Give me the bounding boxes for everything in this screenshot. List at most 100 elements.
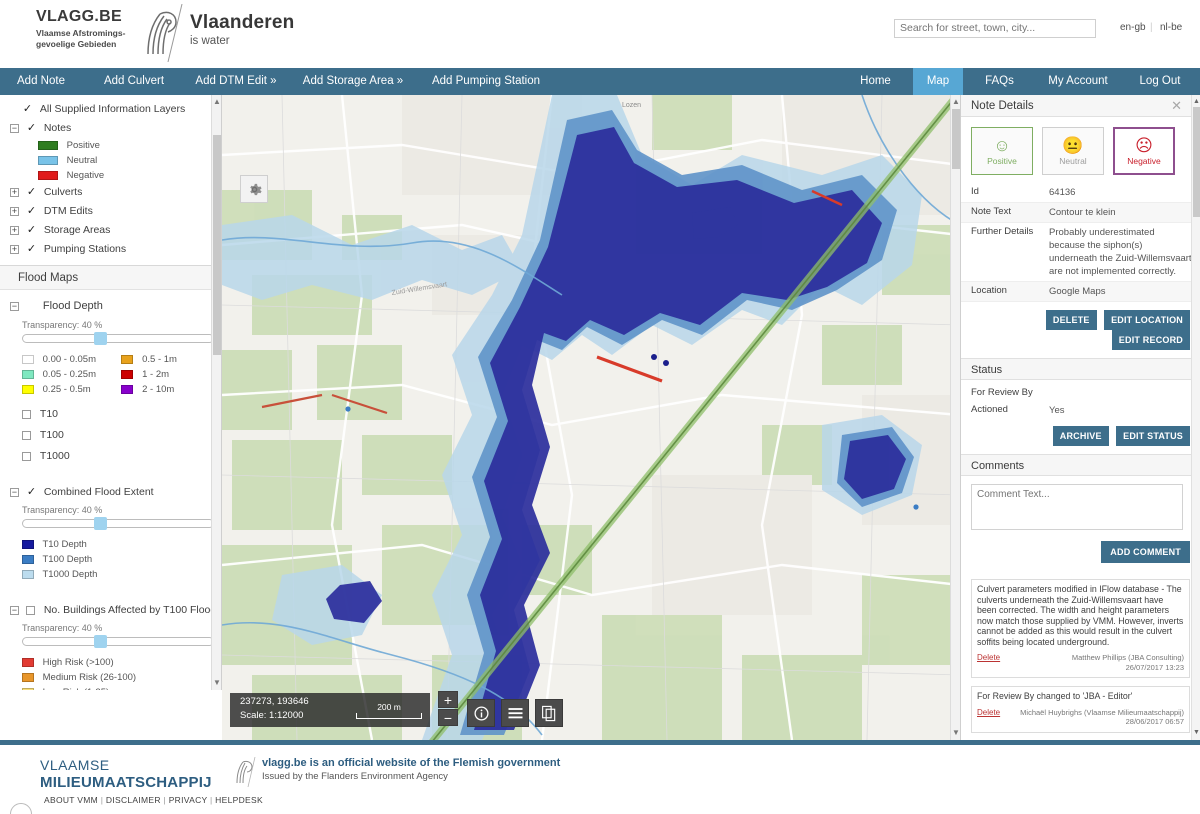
mood-negative-button[interactable]: ☹ Negative	[1113, 127, 1175, 175]
checkbox-checked-icon[interactable]: ✓	[26, 202, 37, 221]
buildings-transparency-slider[interactable]	[22, 635, 214, 648]
footer-link-disclaimer[interactable]: DISCLAIMER	[106, 795, 161, 805]
footer-badge-icon	[10, 803, 32, 814]
expand-icon[interactable]: +	[10, 245, 19, 255]
layer-t10[interactable]: T10	[0, 405, 221, 424]
language-link-nl[interactable]: nl-be	[1160, 22, 1182, 33]
zoom-in-button[interactable]: +	[438, 691, 458, 708]
checkbox-checked-icon[interactable]: ✓	[26, 221, 37, 240]
nav-add-storage-area[interactable]: Add Storage Area »	[292, 68, 414, 95]
layer-combined-flood-extent[interactable]: − ✓ Combined Flood Extent	[0, 482, 221, 502]
expand-icon[interactable]: +	[10, 226, 19, 236]
note-panel-scroll-thumb[interactable]	[1193, 107, 1200, 217]
mood-positive-button[interactable]: ☺ Positive	[971, 127, 1033, 175]
legend-item: Medium Risk (26-100)	[0, 670, 221, 685]
layer-all-supplied[interactable]: ✓ All Supplied Information Layers	[0, 100, 221, 119]
layer-pumping-stations[interactable]: + ✓ Pumping Stations	[0, 240, 221, 259]
checkbox-checked-icon[interactable]: ✓	[26, 119, 37, 138]
collapse-icon[interactable]: −	[10, 487, 19, 497]
collapse-icon[interactable]: −	[10, 124, 19, 134]
search-input[interactable]	[894, 18, 1096, 38]
footer-link-about-vmm[interactable]: ABOUT VMM	[44, 795, 98, 805]
layer-t100[interactable]: T100	[0, 426, 221, 445]
footer-link-privacy[interactable]: PRIVACY	[169, 795, 208, 805]
nav-my-account[interactable]: My Account	[1036, 68, 1120, 95]
nav-map[interactable]: Map	[913, 68, 963, 95]
legend-item: T10 Depth	[0, 537, 221, 552]
language-link-en[interactable]: en-gb	[1120, 22, 1146, 33]
layer-t1000[interactable]: T1000	[0, 447, 221, 466]
layer-dtm-edits[interactable]: + ✓ DTM Edits	[0, 202, 221, 221]
nav-add-note[interactable]: Add Note	[0, 68, 82, 95]
checkbox-unchecked-icon[interactable]	[25, 605, 35, 615]
flood-depth-transparency-slider[interactable]	[22, 332, 214, 345]
map-layers-button[interactable]	[535, 699, 563, 727]
sidebar-scroll-thumb[interactable]	[213, 135, 221, 355]
delete-button[interactable]: DELETE	[1045, 310, 1097, 330]
map-canvas[interactable]: Lozen Zuid-Willemsvaart 237273, 193646 S…	[222, 95, 960, 740]
field-location-value[interactable]: Google Maps	[1049, 285, 1200, 298]
section-flood-maps[interactable]: Flood Maps	[0, 265, 221, 290]
map-scroll-thumb[interactable]	[952, 109, 960, 169]
scroll-down-icon[interactable]: ▼	[1192, 728, 1200, 738]
map-scale: Scale: 1:12000	[240, 710, 304, 721]
nav-log-out[interactable]: Log Out	[1120, 68, 1200, 95]
layer-storage-areas[interactable]: + ✓ Storage Areas	[0, 221, 221, 240]
collapse-icon[interactable]: −	[10, 301, 19, 311]
map-settings-button[interactable]	[240, 175, 268, 203]
checkbox-checked-icon[interactable]: ✓	[22, 100, 33, 119]
archive-button[interactable]: ARCHIVE	[1052, 426, 1109, 446]
mood-neutral-button[interactable]: 😐 Neutral	[1042, 127, 1104, 175]
scroll-down-icon[interactable]: ▼	[952, 728, 960, 738]
slider-knob[interactable]	[94, 635, 107, 648]
footer-link-helpdesk[interactable]: HELPDESK	[215, 795, 263, 805]
nav-add-culvert[interactable]: Add Culvert	[88, 68, 180, 95]
scroll-up-icon[interactable]: ▲	[1192, 97, 1200, 107]
checkbox-checked-icon[interactable]: ✓	[26, 482, 37, 502]
scroll-up-icon[interactable]: ▲	[952, 97, 960, 107]
edit-location-button[interactable]: EDIT LOCATION	[1104, 310, 1190, 330]
layer-no-buildings-affected[interactable]: − No. Buildings Affected by T100 Floodin…	[0, 600, 221, 620]
layer-flood-depth[interactable]: − Flood Depth	[0, 295, 221, 317]
field-note-text: Note Text Contour te klein	[961, 203, 1200, 223]
scroll-down-icon[interactable]: ▼	[213, 678, 221, 688]
expand-icon[interactable]: +	[10, 188, 19, 198]
map-menu-button[interactable]	[501, 699, 529, 727]
checkbox-checked-icon[interactable]: ✓	[26, 183, 37, 202]
expand-icon[interactable]: +	[10, 207, 19, 217]
edit-record-button[interactable]: EDIT RECORD	[1111, 330, 1190, 350]
collapse-icon[interactable]: −	[10, 605, 19, 615]
map-scalebar: 200 m	[356, 702, 422, 719]
nav-add-pumping-station[interactable]: Add Pumping Station	[418, 68, 554, 95]
vlagg-logo[interactable]: VLAGG.BE Vlaamse Afstromings- gevoelige …	[36, 8, 125, 50]
nav-faqs[interactable]: FAQs	[963, 68, 1036, 95]
legend-label: 0.05 - 0.25m	[42, 369, 96, 380]
checkbox-checked-icon[interactable]: ✓	[26, 240, 37, 259]
sidebar-scrollbar[interactable]: ▲ ▼	[211, 95, 221, 690]
close-icon[interactable]: ✕	[1171, 95, 1182, 117]
nav-add-dtm-edit[interactable]: Add DTM Edit »	[184, 68, 288, 95]
checkbox-unchecked-icon[interactable]	[22, 410, 31, 419]
legend-item: 0.5 - 1m	[121, 352, 177, 367]
map-info-button[interactable]	[467, 699, 495, 727]
scroll-up-icon[interactable]: ▲	[213, 97, 221, 107]
slider-knob[interactable]	[94, 517, 107, 530]
cfe-transparency-slider[interactable]	[22, 517, 214, 530]
add-comment-button[interactable]: ADD COMMENT	[1101, 541, 1190, 563]
slider-knob[interactable]	[94, 332, 107, 345]
checkbox-unchecked-icon[interactable]	[22, 431, 31, 440]
note-panel-scrollbar[interactable]: ▲ ▼	[1191, 95, 1200, 740]
nav-home[interactable]: Home	[838, 68, 913, 95]
zoom-out-button[interactable]: −	[438, 709, 458, 726]
comment-input[interactable]	[971, 484, 1183, 530]
map-scrollbar[interactable]: ▲ ▼	[950, 95, 960, 740]
vmm-logo: VLAAMSE MILIEUMAATSCHAPPIJ	[40, 757, 212, 791]
comment-delete-link[interactable]: Delete	[977, 653, 1000, 662]
comment-delete-link[interactable]: Delete	[977, 708, 1000, 717]
comment-meta: Michaël Huybrighs (Vlaamse Milieumaatsch…	[1020, 708, 1184, 727]
checkbox-unchecked-icon[interactable]	[22, 452, 31, 461]
edit-status-button[interactable]: EDIT STATUS	[1116, 426, 1190, 446]
layer-notes[interactable]: − ✓ Notes	[0, 119, 221, 138]
layer-culverts[interactable]: + ✓ Culverts	[0, 183, 221, 202]
buildings-transparency-label: Transparency: 40 %	[22, 623, 103, 633]
